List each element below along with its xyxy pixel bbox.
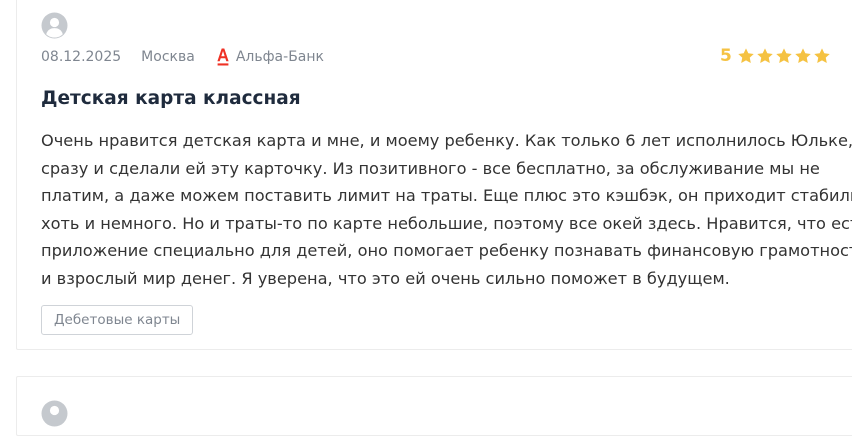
review-text-line: Очень нравится детская карта и мне, и мо… xyxy=(41,131,852,150)
review-text-line: и взрослый мир денег. Я уверена, что это… xyxy=(41,268,730,288)
star-icon xyxy=(776,48,792,64)
review-text-line: хоть и немного. Но и траты-то по карте н… xyxy=(41,213,852,233)
review-city: Москва xyxy=(141,49,195,65)
review-rating: 5 xyxy=(720,46,832,66)
star-icon xyxy=(757,48,773,64)
rating-value: 5 xyxy=(720,46,732,66)
star-icon xyxy=(814,48,830,64)
star-icon xyxy=(738,48,754,64)
star-icon xyxy=(795,48,811,64)
alfa-bank-logo-icon xyxy=(217,48,229,66)
user-avatar-icon xyxy=(41,12,68,39)
review-text: Очень нравится детская карта и мне, и мо… xyxy=(41,127,852,292)
review-card-next xyxy=(16,376,852,436)
review-date: 08.12.2025 xyxy=(41,49,122,65)
review-text-line: платим, а даже можем поставить лимит на … xyxy=(41,186,852,205)
review-title: Детская карта классная xyxy=(41,88,301,109)
review-meta: 08.12.2025 Москва Альфа-Банк xyxy=(41,48,324,66)
tag-debit-cards[interactable]: Дебетовые карты xyxy=(41,305,194,335)
review-text-line: приложение специально для детей, оно пом… xyxy=(41,241,852,260)
bank-name-link[interactable]: Альфа-Банк xyxy=(236,49,324,65)
user-avatar-icon xyxy=(41,400,68,427)
rating-stars xyxy=(737,47,832,65)
review-text-line: сразу и сделали ей эту карточку. Из пози… xyxy=(41,158,820,178)
